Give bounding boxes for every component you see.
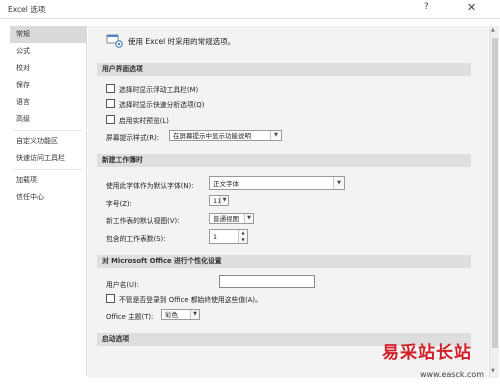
always-use-checkbox[interactable] <box>106 294 115 303</box>
chevron-down-icon: ▼ <box>190 310 199 319</box>
sidebar-item-proofing[interactable]: 校对 <box>10 60 86 77</box>
font-size-dropdown[interactable]: 11 ▼ <box>209 195 229 206</box>
live-preview-label: 启用实时预览(L) <box>119 117 169 125</box>
spinner-buttons[interactable]: ▲ ▼ <box>238 230 247 243</box>
scrollbar[interactable]: ▲ ▼ <box>489 26 499 378</box>
office-theme-value: 彩色 <box>165 311 178 319</box>
section-new-workbook: 新建工作簿时 <box>97 154 471 167</box>
sidebar-item-add-ins[interactable]: 加载项 <box>10 172 86 189</box>
scroll-down-icon[interactable]: ▼ <box>491 368 495 374</box>
default-view-label: 新工作表的默认视图(V): <box>106 217 180 225</box>
office-theme-label: Office 主题(T): <box>106 313 154 321</box>
default-view-dropdown[interactable]: 普通视图 ▼ <box>209 213 254 224</box>
default-view-value: 普通视图 <box>213 215 239 223</box>
watermark-logo-text: 易采站长站 <box>382 343 472 363</box>
screentip-style-dropdown[interactable]: 在屏幕提示中显示功能说明 ▼ <box>169 130 282 141</box>
chevron-down-icon: ▼ <box>220 196 228 205</box>
default-font-value: 正文字体 <box>213 180 239 188</box>
chevron-down-icon: ▼ <box>333 177 344 189</box>
options-sidebar: 常规 公式 校对 保存 语言 高级 自定义功能区 快速访问工具栏 加载项 信任中… <box>10 26 87 376</box>
sidebar-item-general[interactable]: 常规 <box>10 26 86 43</box>
watermark-url: www.easck.com <box>420 370 485 379</box>
mini-toolbar-label: 选择时显示浮动工具栏(M) <box>119 86 199 94</box>
sidebar-divider <box>14 169 82 170</box>
sheet-count-label: 包含的工作表数(S): <box>106 235 166 243</box>
section-personalize: 对 Microsoft Office 进行个性化设置 <box>97 255 471 268</box>
sidebar-item-quick-access-toolbar[interactable]: 快速访问工具栏 <box>10 150 86 167</box>
mini-toolbar-option[interactable]: 选择时显示浮动工具栏(M) <box>106 84 198 94</box>
office-theme-dropdown[interactable]: 彩色 ▼ <box>161 309 200 320</box>
sidebar-item-language[interactable]: 语言 <box>10 94 86 111</box>
live-preview-checkbox[interactable] <box>106 115 115 124</box>
default-font-dropdown[interactable]: 正文字体 ▼ <box>209 176 345 190</box>
username-input[interactable] <box>219 275 315 288</box>
sidebar-item-advanced[interactable]: 高级 <box>10 111 86 128</box>
general-options-icon <box>106 34 123 48</box>
intro-text: 使用 Excel 时采用的常规选项。 <box>128 37 236 46</box>
section-ui-options: 用户界面选项 <box>97 63 471 76</box>
sidebar-item-save[interactable]: 保存 <box>10 77 86 94</box>
sidebar-item-formulas[interactable]: 公式 <box>10 43 86 60</box>
mini-toolbar-checkbox[interactable] <box>106 84 115 93</box>
sheet-count-value: 1 <box>213 233 218 241</box>
options-content-panel: 使用 Excel 时采用的常规选项。 用户界面选项 选择时显示浮动工具栏(M) … <box>88 26 488 378</box>
sidebar-item-trust-center[interactable]: 信任中心 <box>10 189 86 206</box>
screentip-style-value: 在屏幕提示中显示功能说明 <box>173 132 251 140</box>
chevron-down-icon: ▼ <box>270 131 281 140</box>
title-bar: Excel 选项 ? ✕ <box>0 0 500 19</box>
default-font-label: 使用此字体作为默认字体(N): <box>106 182 194 190</box>
always-use-label: 不管是否登录到 Office 都始终使用这些值(A)。 <box>119 296 262 304</box>
scroll-thumb[interactable] <box>492 38 498 348</box>
scroll-up-icon[interactable]: ▲ <box>491 27 495 33</box>
username-label: 用户名(U): <box>106 281 139 289</box>
window-title: Excel 选项 <box>8 5 46 14</box>
quick-analysis-option[interactable]: 选择时显示快速分析选项(Q) <box>106 99 204 109</box>
quick-analysis-checkbox[interactable] <box>106 99 115 108</box>
close-button[interactable]: ✕ <box>467 1 476 14</box>
spin-down-icon[interactable]: ▼ <box>239 237 247 244</box>
sheet-count-spinner[interactable]: 1 ▲ ▼ <box>209 229 248 244</box>
sidebar-divider <box>14 130 82 131</box>
chevron-down-icon: ▼ <box>244 214 253 223</box>
live-preview-option[interactable]: 启用实时预览(L) <box>106 115 169 125</box>
sidebar-item-customize-ribbon[interactable]: 自定义功能区 <box>10 133 86 150</box>
screentip-style-label: 屏幕提示样式(R): <box>106 134 160 142</box>
always-use-option[interactable]: 不管是否登录到 Office 都始终使用这些值(A)。 <box>106 294 262 304</box>
font-size-label: 字号(Z): <box>106 200 132 208</box>
quick-analysis-label: 选择时显示快速分析选项(Q) <box>119 101 205 109</box>
help-button[interactable]: ? <box>424 2 429 12</box>
